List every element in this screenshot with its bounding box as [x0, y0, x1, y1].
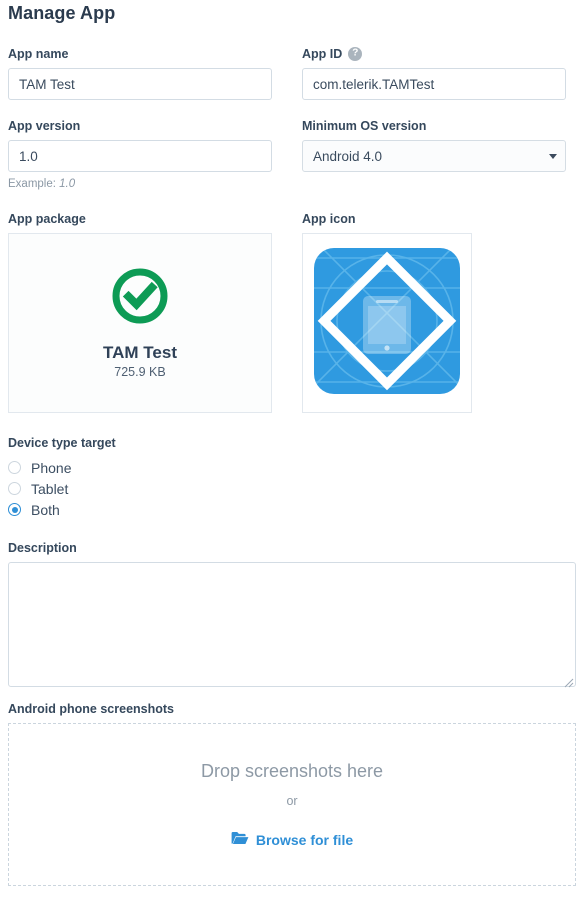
- field-minimum-os-version: Minimum OS version Android 4.0: [302, 118, 566, 191]
- radio-both-label: Both: [31, 501, 60, 518]
- app-version-label-text: App version: [8, 119, 81, 133]
- field-app-id: App ID ?: [302, 46, 566, 100]
- device-type-radio-group: Phone Tablet Both: [8, 457, 576, 520]
- app-package-label: App package: [8, 211, 272, 227]
- radio-option-both[interactable]: Both: [8, 499, 576, 520]
- radio-phone-indicator[interactable]: [8, 461, 21, 474]
- app-version-hint-prefix: Example:: [8, 178, 56, 190]
- app-icon-preview: [314, 247, 460, 399]
- app-icon-label-text: App icon: [302, 212, 356, 226]
- field-description: Description: [8, 540, 576, 688]
- app-id-label-text: App ID: [302, 47, 343, 61]
- android-phone-screenshots-label-text: Android phone screenshots: [8, 702, 174, 716]
- app-name-label: App name: [8, 46, 272, 62]
- field-app-name: App name: [8, 46, 272, 100]
- minimum-os-version-label: Minimum OS version: [302, 118, 566, 134]
- app-icon-label: App icon: [302, 211, 566, 227]
- field-device-type-target: Device type target Phone Tablet Both: [8, 435, 576, 520]
- app-package-size: 725.9 KB: [114, 365, 166, 379]
- radio-phone-label: Phone: [31, 459, 72, 476]
- app-name-label-text: App name: [8, 47, 69, 61]
- check-circle-icon: [110, 266, 170, 331]
- browse-for-file-button[interactable]: Browse for file: [231, 831, 353, 849]
- field-app-package: App package TAM Test 725.9 KB: [8, 211, 272, 413]
- form-row-package-icon: App package TAM Test 725.9 KB App icon: [8, 211, 576, 413]
- browse-for-file-label: Browse for file: [255, 831, 354, 848]
- minimum-os-version-select-value[interactable]: Android 4.0: [302, 140, 566, 172]
- radio-option-tablet[interactable]: Tablet: [8, 478, 576, 499]
- radio-tablet-label: Tablet: [31, 480, 69, 497]
- app-package-preview[interactable]: TAM Test 725.9 KB: [8, 233, 272, 413]
- app-icon-preview-box[interactable]: [302, 233, 472, 413]
- app-version-hint: Example: 1.0: [8, 177, 272, 191]
- device-type-target-label: Device type target: [8, 435, 576, 451]
- app-package-label-text: App package: [8, 212, 86, 226]
- minimum-os-version-label-text: Minimum OS version: [302, 119, 427, 133]
- field-app-icon: App icon: [302, 211, 566, 413]
- app-name-input[interactable]: [8, 68, 272, 100]
- radio-tablet-indicator[interactable]: [8, 482, 21, 495]
- minimum-os-version-select[interactable]: Android 4.0: [302, 140, 566, 172]
- description-textarea-wrap: [8, 562, 576, 688]
- help-icon-glyph: ?: [352, 47, 359, 59]
- dropzone-or-text: or: [286, 794, 298, 808]
- description-textarea[interactable]: [8, 562, 576, 687]
- device-type-target-label-text: Device type target: [8, 436, 116, 450]
- field-app-version: App version Example: 1.0: [8, 118, 272, 191]
- app-version-label: App version: [8, 118, 272, 134]
- app-package-name: TAM Test: [103, 343, 177, 362]
- radio-option-phone[interactable]: Phone: [8, 457, 576, 478]
- description-label: Description: [8, 540, 576, 556]
- dropzone-primary-text: Drop screenshots here: [200, 761, 384, 781]
- form-row-name-id: App name App ID ?: [8, 46, 576, 100]
- description-label-text: Description: [8, 541, 77, 555]
- app-id-input[interactable]: [302, 68, 566, 100]
- manage-app-form: Manage App App name App ID ? App version…: [0, 0, 584, 909]
- app-version-hint-value: 1.0: [59, 178, 76, 190]
- android-phone-screenshots-label: Android phone screenshots: [8, 701, 576, 717]
- radio-both-indicator[interactable]: [8, 503, 21, 516]
- form-row-version-os: App version Example: 1.0 Minimum OS vers…: [8, 118, 576, 191]
- help-circle-icon[interactable]: ?: [348, 47, 363, 61]
- page-title: Manage App: [8, 3, 116, 23]
- field-android-phone-screenshots: Android phone screenshots Drop screensho…: [8, 701, 576, 886]
- folder-open-icon: [231, 831, 249, 849]
- app-id-label: App ID ?: [302, 46, 566, 62]
- app-version-input[interactable]: [8, 140, 272, 172]
- screenshots-dropzone[interactable]: Drop screenshots here or Browse for file: [8, 723, 576, 886]
